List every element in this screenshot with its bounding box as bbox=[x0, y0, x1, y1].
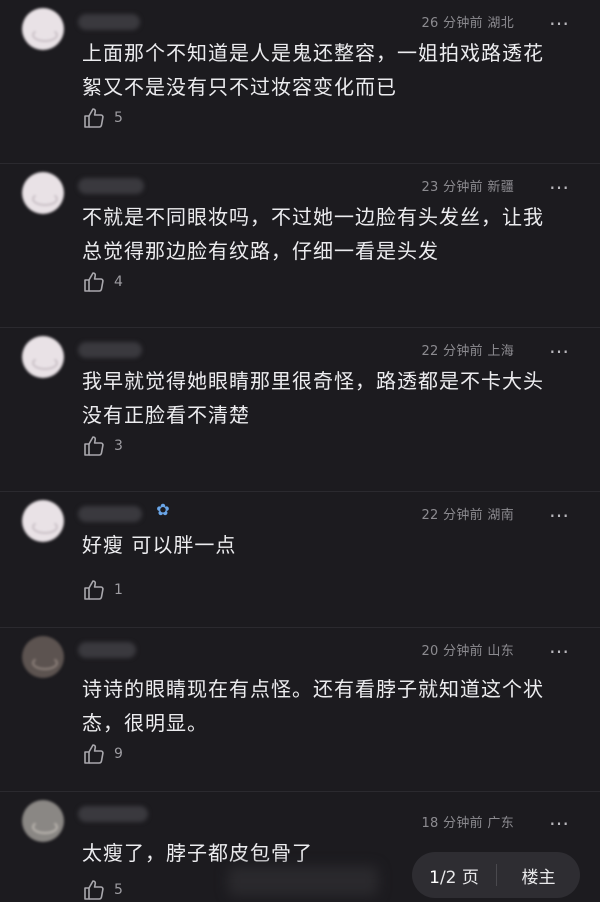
thumbs-up-icon bbox=[84, 436, 104, 456]
like-count: 4 bbox=[114, 274, 123, 290]
like-count: 3 bbox=[114, 438, 123, 454]
username-blurred[interactable] bbox=[78, 642, 136, 658]
total-pages: /2 页 bbox=[439, 867, 479, 888]
user-avatar[interactable] bbox=[22, 8, 64, 50]
user-avatar[interactable] bbox=[22, 500, 64, 542]
comment-text-line: 好瘦 可以胖一点 bbox=[82, 533, 237, 557]
page-navigator: 1/2 页 楼主 bbox=[412, 852, 580, 898]
comment-item: 20 分钟前 山东 … 诗诗的眼睛现在有点怪。还有看脖子就知道这个状 态，很明显… bbox=[0, 628, 600, 792]
comment-item: ✿ 22 分钟前 湖南 … 好瘦 可以胖一点 1 bbox=[0, 492, 600, 628]
blurred-watermark bbox=[228, 866, 378, 896]
username-blurred[interactable] bbox=[78, 506, 142, 522]
thumbs-up-icon bbox=[84, 744, 104, 764]
like-button[interactable]: 9 bbox=[82, 742, 123, 766]
like-button[interactable]: 3 bbox=[82, 434, 123, 458]
comment-meta: 26 分钟前 湖北 bbox=[421, 16, 514, 31]
comment-text-line: 我早就觉得她眼睛那里很奇怪，路透都是不卡大头 bbox=[82, 369, 544, 393]
thumbs-up-icon bbox=[84, 880, 104, 900]
comment-text-line: 絮又不是没有只不过妆容变化而已 bbox=[82, 75, 397, 99]
like-count: 5 bbox=[114, 110, 123, 126]
more-options-icon[interactable]: … bbox=[549, 6, 570, 30]
like-button[interactable]: 5 bbox=[82, 106, 123, 130]
user-avatar[interactable] bbox=[22, 636, 64, 678]
username-blurred[interactable] bbox=[78, 14, 140, 30]
like-button[interactable]: 5 bbox=[82, 878, 123, 902]
comment-meta: 18 分钟前 广东 bbox=[421, 816, 514, 831]
comment-text-line: 总觉得那边脸有纹路，仔细一看是头发 bbox=[82, 239, 439, 263]
like-button[interactable]: 1 bbox=[82, 578, 123, 602]
comment-meta: 22 分钟前 湖南 bbox=[421, 508, 514, 523]
comment-text-line: 上面那个不知道是人是鬼还整容，一姐拍戏路透花 bbox=[82, 41, 544, 65]
user-avatar[interactable] bbox=[22, 800, 64, 842]
like-count: 9 bbox=[114, 746, 123, 762]
more-options-icon[interactable]: … bbox=[549, 806, 570, 830]
thumbs-up-icon bbox=[84, 272, 104, 292]
username-blurred[interactable] bbox=[78, 806, 148, 822]
comment-text-line: 没有正脸看不清楚 bbox=[82, 403, 250, 427]
op-only-button[interactable]: 楼主 bbox=[497, 863, 580, 888]
page-indicator-button[interactable]: 1/2 页 bbox=[412, 863, 496, 888]
more-options-icon[interactable]: … bbox=[549, 634, 570, 658]
comment-text-line: 态，很明显。 bbox=[82, 711, 208, 735]
thumbs-up-icon bbox=[84, 108, 104, 128]
user-avatar[interactable] bbox=[22, 336, 64, 378]
more-options-icon[interactable]: … bbox=[549, 498, 570, 522]
thumbs-up-icon bbox=[84, 580, 104, 600]
current-page: 1 bbox=[429, 867, 440, 888]
comment-text: 我早就觉得她眼睛那里很奇怪，路透都是不卡大头 没有正脸看不清楚 bbox=[82, 364, 582, 432]
user-avatar[interactable] bbox=[22, 172, 64, 214]
comment-text: 不就是不同眼妆吗，不过她一边脸有头发丝，让我 总觉得那边脸有纹路，仔细一看是头发 bbox=[82, 200, 582, 268]
more-options-icon[interactable]: … bbox=[549, 334, 570, 358]
comment-meta: 23 分钟前 新疆 bbox=[421, 180, 514, 195]
more-options-icon[interactable]: … bbox=[549, 170, 570, 194]
comment-text: 上面那个不知道是人是鬼还整容，一姐拍戏路透花 絮又不是没有只不过妆容变化而已 bbox=[82, 36, 582, 104]
comment-meta: 22 分钟前 上海 bbox=[421, 344, 514, 359]
username-blurred[interactable] bbox=[78, 342, 142, 358]
like-count: 5 bbox=[114, 882, 123, 898]
comment-text-line: 不就是不同眼妆吗，不过她一边脸有头发丝，让我 bbox=[82, 205, 544, 229]
comment-meta: 20 分钟前 山东 bbox=[421, 644, 514, 659]
like-button[interactable]: 4 bbox=[82, 270, 123, 294]
comment-item: 23 分钟前 新疆 … 不就是不同眼妆吗，不过她一边脸有头发丝，让我 总觉得那边… bbox=[0, 164, 600, 328]
user-badge-icon: ✿ bbox=[156, 500, 170, 519]
comment-item: 22 分钟前 上海 … 我早就觉得她眼睛那里很奇怪，路透都是不卡大头 没有正脸看… bbox=[0, 328, 600, 492]
comment-text: 诗诗的眼睛现在有点怪。还有看脖子就知道这个状 态，很明显。 bbox=[82, 672, 582, 740]
comment-text: 好瘦 可以胖一点 bbox=[82, 528, 582, 562]
comment-text-line: 诗诗的眼睛现在有点怪。还有看脖子就知道这个状 bbox=[82, 677, 544, 701]
comment-item: 26 分钟前 湖北 … 上面那个不知道是人是鬼还整容，一姐拍戏路透花 絮又不是没… bbox=[0, 0, 600, 164]
username-blurred[interactable] bbox=[78, 178, 144, 194]
like-count: 1 bbox=[114, 582, 123, 598]
